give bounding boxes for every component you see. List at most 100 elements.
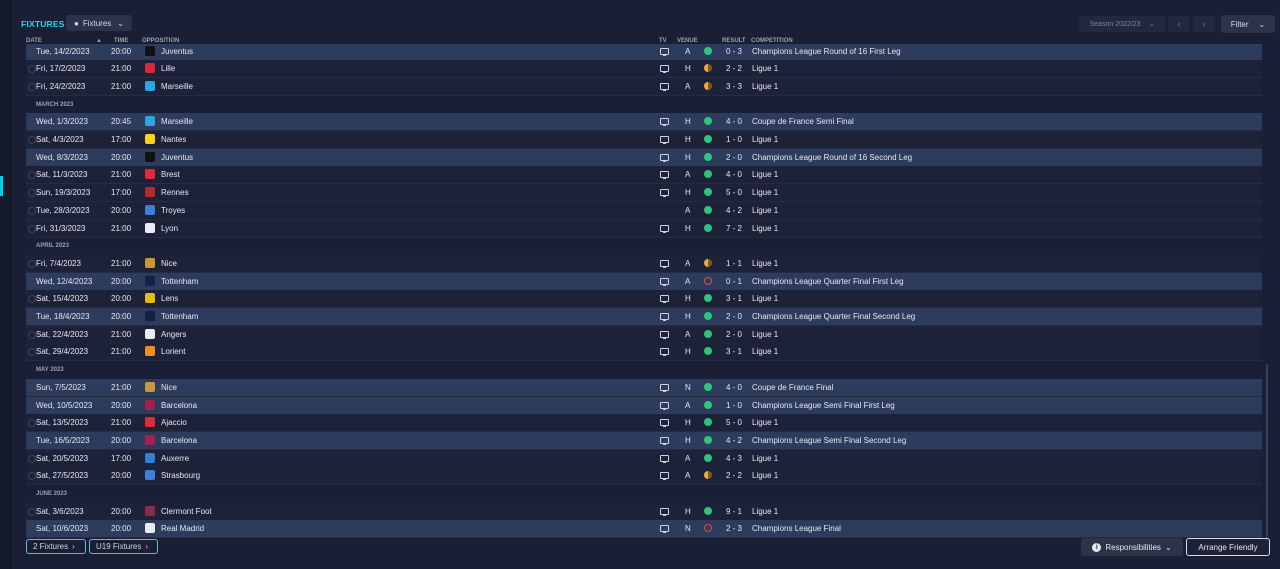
- opposition-link[interactable]: Real Madrid: [161, 524, 204, 533]
- fixture-competition[interactable]: Ligue 1: [752, 454, 778, 463]
- fixture-score[interactable]: 2 - 3: [726, 524, 742, 533]
- fixture-row[interactable]: Fri, 24/2/2023 21:00 Marseille A 3 - 3 Ligue …: [26, 77, 1262, 96]
- opposition-link[interactable]: Barcelona: [161, 401, 197, 410]
- fixture-competition[interactable]: Ligue 1: [752, 507, 778, 516]
- fixture-score[interactable]: 2 - 0: [726, 330, 742, 339]
- opposition-link[interactable]: Nice: [161, 383, 177, 392]
- opposition-link[interactable]: Troyes: [161, 206, 185, 215]
- season-selector[interactable]: Season 2022/23 ⌄: [1079, 16, 1165, 32]
- fixture-row[interactable]: Tue, 28/3/2023 20:00 Troyes A 4 - 2 Ligue 1: [26, 201, 1262, 220]
- fixture-row[interactable]: Fri, 31/3/2023 21:00 Lyon H 7 - 2 Ligue 1: [26, 219, 1262, 238]
- opposition-link[interactable]: Auxerre: [161, 454, 189, 463]
- row-select-indicator[interactable]: [28, 224, 36, 233]
- fixture-score[interactable]: 2 - 2: [726, 471, 742, 480]
- fixture-competition[interactable]: Ligue 1: [752, 135, 778, 144]
- opposition-link[interactable]: Strasbourg: [161, 471, 200, 480]
- fixture-competition[interactable]: Champions League Round of 16 First Leg: [752, 47, 901, 56]
- row-select-indicator[interactable]: [28, 65, 36, 74]
- fixture-score[interactable]: 2 - 2: [726, 64, 742, 73]
- row-select-indicator[interactable]: [28, 206, 36, 215]
- row-select-indicator[interactable]: [28, 419, 36, 428]
- fixture-score[interactable]: 4 - 0: [726, 383, 742, 392]
- fixture-score[interactable]: 3 - 3: [726, 82, 742, 91]
- opposition-link[interactable]: Clermont Foot: [161, 507, 212, 516]
- fixture-row[interactable]: Wed, 10/5/2023 20:00 Barcelona A 1 - 0 Champi…: [26, 396, 1262, 415]
- fixture-row[interactable]: Tue, 16/5/2023 20:00 Barcelona H 4 - 2 Champi…: [26, 431, 1262, 450]
- opposition-link[interactable]: Tottenham: [161, 277, 198, 286]
- fixture-competition[interactable]: Champions League Final: [752, 524, 841, 533]
- opposition-link[interactable]: Rennes: [161, 188, 189, 197]
- fixture-row[interactable]: Sat, 10/6/2023 20:00 Real Madrid N 2 - 3 Cham…: [26, 520, 1262, 538]
- opposition-link[interactable]: Nice: [161, 259, 177, 268]
- fixture-row[interactable]: Fri, 17/2/2023 21:00 Lille H 2 - 2 Ligue 1: [26, 60, 1262, 79]
- row-select-indicator[interactable]: [28, 259, 36, 268]
- opposition-link[interactable]: Marseille: [161, 82, 193, 91]
- row-select-indicator[interactable]: [28, 436, 36, 445]
- opposition-link[interactable]: Juventus: [161, 47, 193, 56]
- fixture-row[interactable]: Sat, 20/5/2023 17:00 Auxerre A 4 - 3 Ligue 1: [26, 449, 1262, 468]
- opposition-link[interactable]: Ajaccio: [161, 418, 187, 427]
- opposition-link[interactable]: Lyon: [161, 224, 178, 233]
- fixture-score[interactable]: 5 - 0: [726, 188, 742, 197]
- row-select-indicator[interactable]: [28, 472, 36, 481]
- responsibilities-button[interactable]: i Responsibilities ⌄: [1081, 538, 1183, 556]
- fixture-competition[interactable]: Ligue 1: [752, 188, 778, 197]
- fixture-row[interactable]: Sun, 7/5/2023 21:00 Nice N 4 - 0 Coupe de Fra…: [26, 378, 1262, 397]
- fixture-score[interactable]: 3 - 1: [726, 294, 742, 303]
- fixture-score[interactable]: 3 - 1: [726, 347, 742, 356]
- fixture-competition[interactable]: Champions League Semi Final Second Leg: [752, 436, 906, 445]
- next-season-button[interactable]: ›: [1193, 16, 1215, 32]
- fixture-row[interactable]: Tue, 18/4/2023 20:00 Tottenham H 2 - 0 Champi…: [26, 308, 1262, 326]
- row-select-indicator[interactable]: [28, 295, 36, 304]
- row-select-indicator[interactable]: [28, 454, 36, 463]
- row-select-indicator[interactable]: [28, 507, 36, 516]
- fixture-competition[interactable]: Champions League Quarter Final Second Le…: [752, 312, 915, 321]
- fixture-row[interactable]: Wed, 1/3/2023 20:45 Marseille H 4 - 0 Coupe d…: [26, 113, 1262, 132]
- tab-u19-fixtures[interactable]: U19 Fixtures ›: [89, 539, 158, 554]
- fixture-row[interactable]: Sat, 13/5/2023 21:00 Ajaccio H 5 - 0 Ligue 1: [26, 414, 1262, 433]
- opposition-link[interactable]: Brest: [161, 170, 180, 179]
- fixture-competition[interactable]: Ligue 1: [752, 418, 778, 427]
- fixture-competition[interactable]: Champions League Quarter Final First Leg: [752, 277, 904, 286]
- fixture-score[interactable]: 7 - 2: [726, 224, 742, 233]
- fixture-score[interactable]: 4 - 2: [726, 206, 742, 215]
- row-select-indicator[interactable]: [28, 525, 36, 534]
- row-select-indicator[interactable]: [28, 189, 36, 198]
- fixture-row[interactable]: Sat, 15/4/2023 20:00 Lens H 3 - 1 Ligue 1: [26, 290, 1262, 309]
- row-select-indicator[interactable]: [28, 330, 36, 339]
- fixture-row[interactable]: Sat, 3/6/2023 20:00 Clermont Foot H 9 - 1 Lig…: [26, 502, 1262, 521]
- fixture-score[interactable]: 4 - 0: [726, 170, 742, 179]
- fixture-competition[interactable]: Champions League Semi Final First Leg: [752, 401, 895, 410]
- fixture-competition[interactable]: Ligue 1: [752, 294, 778, 303]
- fixture-score[interactable]: 4 - 0: [726, 117, 742, 126]
- opposition-link[interactable]: Nantes: [161, 135, 186, 144]
- opposition-link[interactable]: Juventus: [161, 153, 193, 162]
- row-select-indicator[interactable]: [28, 383, 36, 392]
- fixture-score[interactable]: 1 - 0: [726, 401, 742, 410]
- row-select-indicator[interactable]: [28, 136, 36, 144]
- arrange-friendly-button[interactable]: Arrange Friendly: [1186, 538, 1270, 556]
- row-select-indicator[interactable]: [28, 118, 36, 127]
- row-select-indicator[interactable]: [28, 313, 36, 321]
- fixture-score[interactable]: 0 - 1: [726, 277, 742, 286]
- fixture-competition[interactable]: Ligue 1: [752, 206, 778, 215]
- fixture-row[interactable]: Tue, 14/2/2023 20:00 Juventus A 0 - 3 Champio…: [26, 44, 1262, 61]
- fixture-score[interactable]: 4 - 2: [726, 436, 742, 445]
- fixture-score[interactable]: 5 - 0: [726, 418, 742, 427]
- row-select-indicator[interactable]: [28, 348, 36, 357]
- row-select-indicator[interactable]: [28, 82, 36, 91]
- opposition-link[interactable]: Lorient: [161, 347, 185, 356]
- row-select-indicator[interactable]: [28, 171, 36, 180]
- fixture-competition[interactable]: Coupe de France Semi Final: [752, 117, 854, 126]
- fixture-row[interactable]: Sat, 4/3/2023 17:00 Nantes H 1 - 0 Ligue 1: [26, 131, 1262, 149]
- fixture-competition[interactable]: Ligue 1: [752, 471, 778, 480]
- opposition-link[interactable]: Barcelona: [161, 436, 197, 445]
- fixture-row[interactable]: Sat, 22/4/2023 21:00 Angers A 2 - 0 Ligue 1: [26, 325, 1262, 344]
- fixture-competition[interactable]: Ligue 1: [752, 82, 778, 91]
- opposition-link[interactable]: Lille: [161, 64, 175, 73]
- fixture-row[interactable]: Fri, 7/4/2023 21:00 Nice A 1 - 1 Ligue 1: [26, 254, 1262, 273]
- filter-button[interactable]: Filter ⌄: [1221, 15, 1275, 33]
- fixture-score[interactable]: 1 - 0: [726, 135, 742, 144]
- opposition-link[interactable]: Tottenham: [161, 312, 198, 321]
- fixture-competition[interactable]: Ligue 1: [752, 224, 778, 233]
